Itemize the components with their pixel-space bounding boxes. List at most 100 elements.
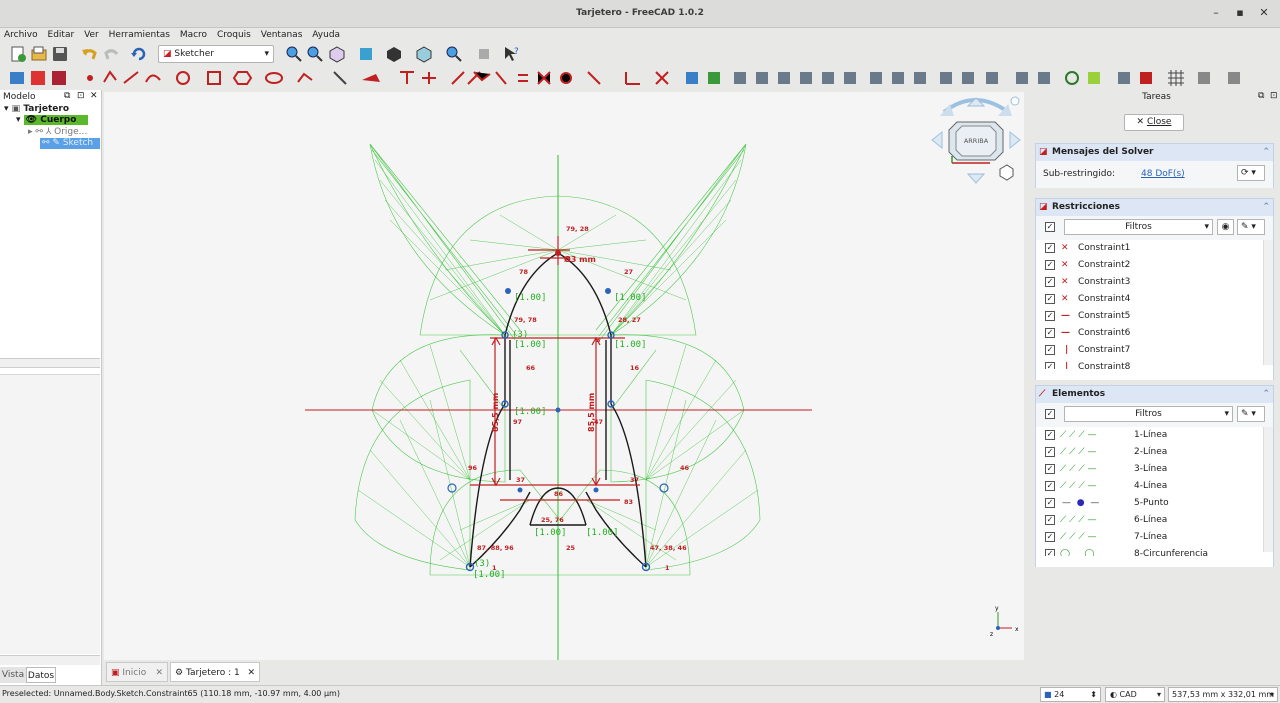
svg-text:x: x [1015, 626, 1019, 633]
constraints-icon: ◪ [1039, 202, 1048, 212]
dimension-readout[interactable]: 537,53 mm x 332,01 mm ▾ [1168, 687, 1278, 702]
list-item[interactable]: ✓ ⟋ ⟋ ⟋ —6-Línea [1036, 512, 1261, 529]
list-item[interactable]: ✓ | Constraint8 [1036, 359, 1261, 369]
elements-select-all[interactable]: ✓ [1045, 409, 1055, 419]
navigation-cube[interactable]: ARRIBA [931, 96, 1021, 184]
dof-link[interactable]: 48 DoF(s) [1141, 169, 1185, 179]
menu-ver[interactable]: Ver [81, 28, 102, 42]
collapse-icon[interactable]: ⌃ [1262, 199, 1270, 216]
macro-icon[interactable] [475, 45, 493, 63]
list-item[interactable]: ✓ — ● —5-Punto [1036, 495, 1261, 512]
tab-inicio[interactable]: ▣ Inicio ✕ [106, 662, 168, 682]
menu-herramientas[interactable]: Herramientas [106, 28, 173, 42]
list-item[interactable]: ✓ ⟋ ⟋ ⟋ —1-Línea [1036, 427, 1261, 444]
panel-float-icon[interactable]: ⧉ [64, 91, 70, 101]
tab-close-icon[interactable]: ✕ [155, 663, 163, 683]
tree-scrollbar[interactable] [0, 358, 100, 368]
whats-this-icon[interactable]: ? [503, 45, 521, 63]
menu-ayuda[interactable]: Ayuda [309, 28, 343, 42]
menu-archivo[interactable]: Archivo [1, 28, 41, 42]
list-item[interactable]: ✓ ⟋ ⟋ ⟋ —4-Línea [1036, 478, 1261, 495]
tree-item-cuerpo[interactable]: ▾ 👁 Cuerpo [16, 115, 89, 125]
workbench-selector[interactable]: ◪ Sketcher ▾ [158, 45, 274, 63]
view-iso-icon[interactable] [328, 45, 346, 63]
constraints-header[interactable]: ◪ Restricciones ⌃ [1036, 199, 1273, 216]
std-views-icon[interactable] [415, 45, 433, 63]
panel-restore-icon[interactable]: ⊡ [1270, 91, 1278, 101]
label-66: 66 [526, 364, 536, 372]
menu-editar[interactable]: Editar [45, 28, 78, 42]
elements-settings-button[interactable]: ✎ ▾ [1237, 406, 1265, 422]
tab-datos[interactable]: Datos [26, 667, 56, 683]
tree-item-tarjetero[interactable]: ▾ ▣ Tarjetero [4, 104, 69, 114]
tree-item-origen[interactable]: ▸ ⚯ ⅄ Orige... [28, 127, 87, 137]
panel-restore-icon[interactable]: ⊡ [77, 91, 85, 101]
constraints-scrollbar[interactable] [1263, 240, 1273, 365]
undo-icon[interactable] [80, 45, 98, 63]
svg-text:?: ? [514, 47, 519, 57]
list-item[interactable]: ✓ — Constraint6 [1036, 325, 1261, 342]
menu-macro[interactable]: Macro [177, 28, 210, 42]
label-96: 96 [468, 464, 478, 472]
tree-item-sketch[interactable]: ⚯ ✎ Sketch [40, 138, 100, 149]
elements-scrollbar[interactable] [1263, 427, 1273, 552]
list-item[interactable]: ✓ ✕ Constraint3 [1036, 274, 1261, 291]
zoom-icon[interactable] [445, 45, 463, 63]
maximize-icon[interactable]: ▪ [1233, 6, 1247, 20]
grid-icon: ■ [1044, 690, 1052, 699]
label-37a: 37 [516, 476, 525, 484]
close-button[interactable]: ✕ Close [1124, 114, 1184, 131]
open-document-icon[interactable] [30, 45, 48, 63]
refresh-icon[interactable] [130, 45, 148, 63]
settings-icon: ✎ [1241, 222, 1249, 232]
fit-selection-icon[interactable] [306, 45, 324, 63]
close-window-icon[interactable]: ✕ [1257, 6, 1271, 20]
save-icon[interactable] [51, 45, 69, 63]
sketch-drawing[interactable]: 79, 28 78 27 79, 78 28, 27 66 16 97 47 9… [104, 92, 1024, 660]
snap-spinbox[interactable]: ■ 24 ⬍ [1040, 687, 1101, 702]
constraints-select-all[interactable]: ✓ [1045, 222, 1055, 232]
minimize-icon[interactable]: – [1209, 6, 1223, 20]
list-item[interactable]: ✓ ⟋ ⟋ ⟋ —2-Línea [1036, 444, 1261, 461]
sketcher-tools-icons[interactable] [0, 66, 1280, 90]
label-27: 27 [624, 268, 633, 276]
menu-croquis[interactable]: Croquis [214, 28, 254, 42]
list-item[interactable]: ✓ ✕ Constraint1 [1036, 240, 1261, 257]
list-item[interactable]: ✓ ✕ Constraint2 [1036, 257, 1261, 274]
collapse-icon[interactable]: ⌃ [1262, 144, 1270, 161]
tab-vista[interactable]: Vista [0, 667, 26, 683]
menu-ventanas[interactable]: Ventanas [258, 28, 306, 42]
redo-icon[interactable] [103, 45, 121, 63]
constraints-filter-dropdown[interactable]: Filtros ▾ [1064, 219, 1213, 235]
list-item[interactable]: ✓ ⟋ ⟋ ⟋ —3-Línea [1036, 461, 1261, 478]
navigation-style-dropdown[interactable]: ◐ CAD ▾ [1105, 687, 1165, 702]
new-document-icon[interactable] [9, 45, 27, 63]
list-item[interactable]: ✓ | Constraint7 [1036, 342, 1261, 359]
sketch-canvas[interactable]: 79, 28 78 27 79, 78 28, 27 66 16 97 47 9… [104, 92, 1024, 660]
panel-close-icon[interactable]: ✕ [90, 91, 98, 101]
solver-refresh-button[interactable]: ⟳ ▾ [1237, 165, 1265, 181]
list-item[interactable]: ✓ ◯ ◯ 8-Circunferencia [1036, 546, 1261, 556]
collapse-icon[interactable]: ⌃ [1262, 386, 1270, 403]
draw-style-icon[interactable] [385, 45, 403, 63]
fit-all-icon[interactable] [285, 45, 303, 63]
list-item[interactable]: ✓ — Constraint5 [1036, 308, 1261, 325]
list-item[interactable]: ✓ ✕ Constraint4 [1036, 291, 1261, 308]
tab-tarjetero[interactable]: ⚙ Tarjetero : 1 ✕ [170, 662, 260, 682]
measure-icon[interactable] [357, 45, 375, 63]
property-scrollbar[interactable] [0, 655, 100, 665]
label-height-right: 85,5 mm [587, 393, 596, 432]
constraint-labels: 79, 28 78 27 79, 78 28, 27 66 16 97 47 9… [468, 225, 690, 572]
elements-header[interactable]: ⟋ Elementos ⌃ [1036, 386, 1273, 403]
constraints-settings-button[interactable]: ✎ ▾ [1237, 219, 1265, 235]
solver-header[interactable]: ◪ Mensajes del Solver ⌃ [1036, 144, 1273, 161]
tab-close-icon[interactable]: ✕ [247, 663, 255, 683]
label-46: 46 [680, 464, 690, 472]
label-87-88-96: 87, 88, 96 [477, 544, 514, 552]
elements-filter-dropdown[interactable]: Filtros ▾ [1064, 406, 1233, 422]
solver-status-label: Sub-restringido: [1043, 169, 1116, 179]
list-item[interactable]: ✓ ⟋ ⟋ ⟋ —7-Línea [1036, 529, 1261, 546]
coincident-icon: ✕ [1061, 260, 1069, 270]
panel-float-icon[interactable]: ⧉ [1258, 91, 1264, 101]
visibility-eye-icon[interactable]: ◉ [1217, 219, 1234, 235]
